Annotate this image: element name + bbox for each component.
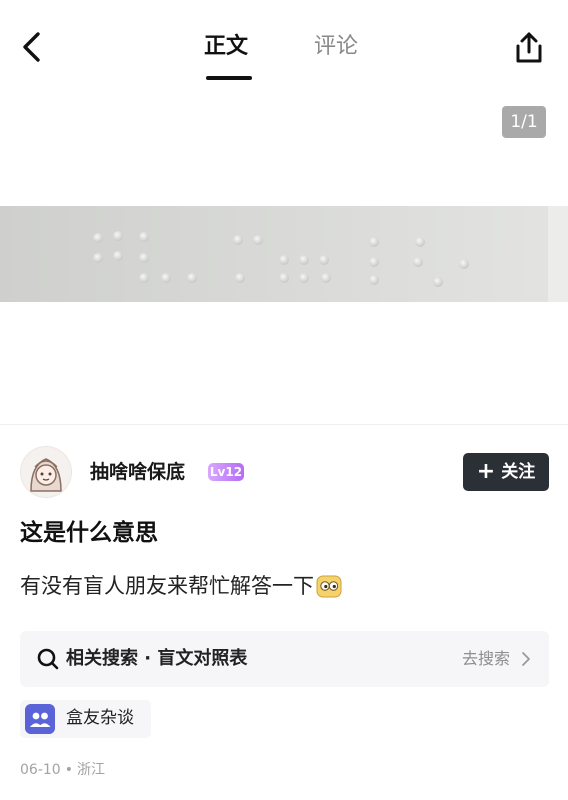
author-avatar[interactable] (20, 446, 72, 498)
post-date: 06-10 (20, 762, 61, 778)
back-arrow-icon[interactable] (18, 30, 48, 64)
top-navigation-bar (0, 0, 568, 90)
image-page-counter: 1/1 (502, 106, 546, 138)
tab-comments[interactable]: 评论 (314, 32, 358, 62)
tab-main-text[interactable]: 正文 (204, 32, 248, 62)
post-body-text: 有没有盲人朋友来帮忙解答一下 (20, 574, 314, 598)
share-icon[interactable] (512, 30, 546, 66)
go-search-link[interactable]: 去搜索 (462, 645, 510, 673)
user-level-badge: Lv12 (208, 463, 244, 481)
peeking-eyes-emoji-icon (316, 575, 342, 598)
post-meta: 06-10 • 浙江 (20, 758, 105, 782)
follow-label: 关注 (501, 462, 536, 482)
post-location: 浙江 (76, 762, 105, 778)
braille-photo[interactable] (0, 206, 568, 302)
author-name[interactable]: 抽啥啥保底 (90, 458, 185, 486)
circle-tag-label[interactable]: 盒友杂谈 (66, 704, 134, 732)
section-divider (0, 424, 568, 425)
community-group-icon (25, 704, 55, 734)
search-icon (37, 648, 59, 670)
meta-separator: • (64, 762, 73, 778)
post-body: 有没有盲人朋友来帮忙解答一下 (20, 570, 342, 602)
chevron-right-icon (522, 652, 530, 666)
active-tab-indicator (206, 76, 252, 80)
plus-icon: + (476, 459, 496, 484)
related-search-label[interactable]: 相关搜索 · 盲文对照表 (66, 644, 247, 674)
follow-button[interactable]: + 关注 (463, 453, 549, 491)
avatar-illustration-icon (30, 458, 62, 492)
post-title: 这是什么意思 (20, 520, 158, 546)
